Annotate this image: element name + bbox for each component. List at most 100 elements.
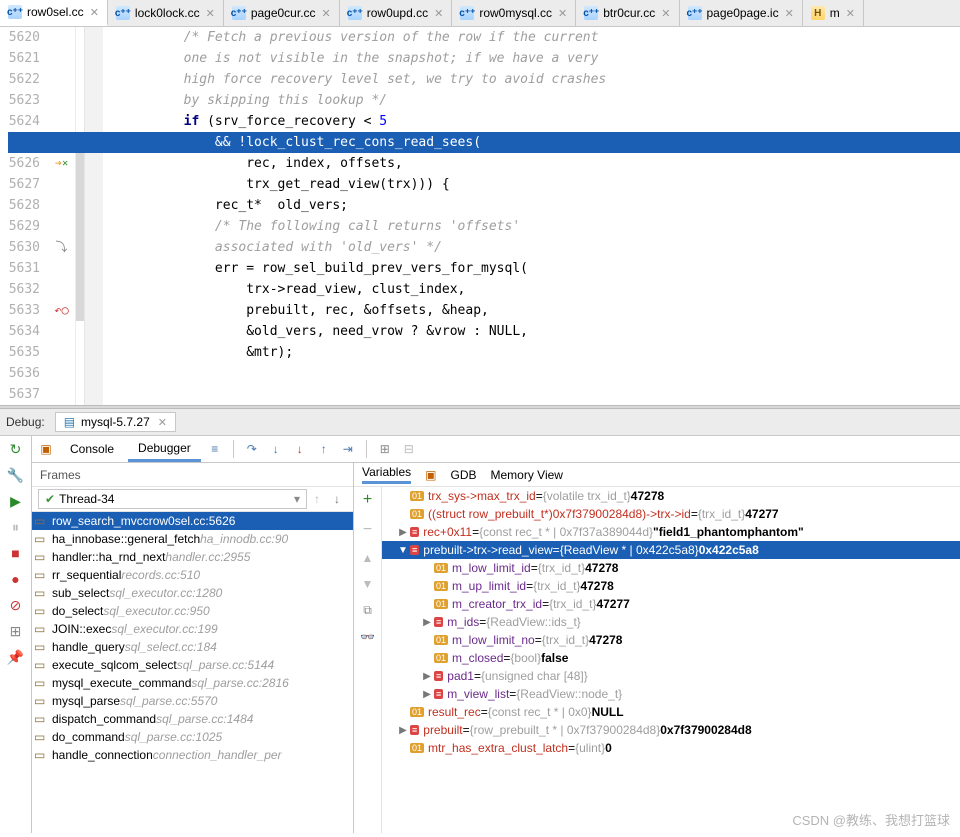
stack-frame[interactable]: ▭dispatch_command sql_parse.cc:1484 [32,710,353,728]
variable-node[interactable]: ▶≡m_ids = {ReadView::ids_t} [382,613,960,631]
variable-node[interactable]: ▼≡prebuilt->trx->read_view = {ReadView *… [382,541,960,559]
editor-tab[interactable]: c⁺⁺row0upd.cc✕ [340,0,453,26]
settings-button[interactable]: 🔧 [7,466,25,484]
stack-frame[interactable]: ▭JOIN::exec sql_executor.cc:199 [32,620,353,638]
thread-selector[interactable]: ✔ Thread-34 ▾ [38,489,307,509]
variable-node[interactable]: 01m_creator_trx_id = {trx_id_t} 47277 [382,595,960,613]
variable-node[interactable]: 01m_low_limit_id = {trx_id_t} 47278 [382,559,960,577]
variable-node[interactable]: 01mtr_has_extra_clust_latch = {ulint} 0 [382,739,960,757]
next-frame-button[interactable]: ↓ [327,492,347,506]
expand-icon[interactable]: ▶ [396,527,410,538]
frame-icon: ▭ [34,622,50,636]
stack-frame[interactable]: ▭do_select sql_executor.cc:950 [32,602,353,620]
variable-type: {volatile trx_id_t} [543,489,631,503]
expand-icon[interactable]: ▶ [420,689,434,700]
variable-name: prebuilt->trx->read_view [423,543,552,557]
editor-tab[interactable]: c⁺⁺page0cur.cc✕ [224,0,340,26]
close-icon[interactable]: ✕ [90,6,99,19]
console-icon[interactable]: ▣ [36,442,56,456]
type-badge: 01 [434,635,448,645]
variable-node[interactable]: 01result_rec = {const rec_t * | 0x0} NUL… [382,703,960,721]
run-to-cursor-button[interactable]: ⇥ [338,442,358,456]
tab-label: row0sel.cc [27,5,84,19]
variable-node[interactable]: ▶≡m_view_list = {ReadView::node_t} [382,685,960,703]
stack-frame[interactable]: ▭row_search_mvcc row0sel.cc:5626 [32,512,353,530]
stack-frame[interactable]: ▭ha_innobase::general_fetch ha_innodb.cc… [32,530,353,548]
debugger-tab[interactable]: Debugger [128,437,201,462]
stop-button[interactable]: ■ [7,544,25,562]
close-icon[interactable]: ✕ [661,7,670,20]
expand-icon[interactable]: ▼ [396,545,410,556]
editor-tab[interactable]: c⁺⁺row0sel.cc✕ [0,0,108,26]
stack-frame[interactable]: ▭handler::ha_rnd_next handler.cc:2955 [32,548,353,566]
editor-tab[interactable]: c⁺⁺btr0cur.cc✕ [576,0,679,26]
view-button[interactable]: 👓 [360,630,375,644]
rerun-button[interactable]: ↻ [7,440,25,458]
mute-breakpoints-button[interactable]: ⊘ [7,596,25,614]
code-area[interactable]: /* Fetch a previous version of the row i… [103,27,960,405]
stack-frame[interactable]: ▭sub_select sql_executor.cc:1280 [32,584,353,602]
expand-icon[interactable]: ▶ [396,725,410,736]
stack-frame[interactable]: ▭do_command sql_parse.cc:1025 [32,728,353,746]
close-icon[interactable]: ✕ [785,7,794,20]
stack-frame[interactable]: ▭rr_sequential records.cc:510 [32,566,353,584]
copy-button[interactable]: ⧉ [363,603,372,618]
variable-node[interactable]: 01((struct row_prebuilt_t*)0x7f37900284d… [382,505,960,523]
memory-view-tab[interactable]: Memory View [491,468,563,482]
variable-node[interactable]: ▶≡pad1 = {unsigned char [48]} [382,667,960,685]
step-into-button[interactable]: ↓ [290,442,310,456]
close-icon[interactable]: ✕ [846,7,855,20]
prev-frame-button[interactable]: ↑ [307,492,327,506]
remove-watch-button[interactable]: − [363,521,372,539]
threads-icon[interactable]: ≡ [205,442,225,456]
layout-button[interactable]: ⊞ [7,622,25,640]
variable-node[interactable]: ▶≡rec+0x11 = {const rec_t * | 0x7f37a389… [382,523,960,541]
evaluate-button[interactable]: ⊞ [375,442,395,456]
variable-node[interactable]: 01m_up_limit_id = {trx_id_t} 47278 [382,577,960,595]
variable-name: result_rec [428,705,481,719]
editor-tab[interactable]: c⁺⁺lock0lock.cc✕ [108,0,224,26]
editor-tab[interactable]: c⁺⁺row0mysql.cc✕ [452,0,576,26]
down-button[interactable]: ▼ [362,577,374,591]
close-icon[interactable]: ✕ [158,416,167,429]
editor-tab[interactable]: Hm✕ [803,0,864,26]
up-button[interactable]: ▲ [362,551,374,565]
stack-frame[interactable]: ▭execute_sqlcom_select sql_parse.cc:5144 [32,656,353,674]
variable-node[interactable]: 01m_low_limit_no = {trx_id_t} 47278 [382,631,960,649]
show-execution-point-button[interactable]: ↷ [242,442,262,456]
expand-icon[interactable]: ▶ [420,617,434,628]
close-icon[interactable]: ✕ [558,7,567,20]
variable-type: {const rec_t * | 0x0} [488,705,592,719]
expand-icon[interactable]: ▶ [420,671,434,682]
variable-name: mtr_has_extra_clust_latch [428,741,568,755]
variable-node[interactable]: 01m_closed = {bool} false [382,649,960,667]
new-watch-button[interactable]: + [363,491,372,509]
console-tab[interactable]: Console [60,438,124,460]
pin-button[interactable]: 📌 [7,648,25,666]
more-icon[interactable]: ⊟ [399,442,419,456]
frame-function: rr_sequential [52,568,121,582]
pause-button[interactable]: ⏸ [7,518,25,536]
view-breakpoints-button[interactable]: ● [7,570,25,588]
resume-button[interactable]: ▶ [7,492,25,510]
stack-frame[interactable]: ▭handle_query sql_select.cc:184 [32,638,353,656]
frame-function: row_search_mvcc [52,514,149,528]
debug-config-tab[interactable]: ▤ mysql-5.7.27 ✕ [55,412,176,432]
step-over-button[interactable]: ↓ [266,442,286,456]
frame-location: ha_innodb.cc:90 [200,532,288,546]
frame-function: dispatch_command [52,712,156,726]
variables-tab[interactable]: Variables [362,465,411,484]
close-icon[interactable]: ✕ [322,7,331,20]
step-out-button[interactable]: ↑ [314,442,334,456]
stack-frame[interactable]: ▭mysql_parse sql_parse.cc:5570 [32,692,353,710]
variable-name: m_up_limit_id [452,579,526,593]
editor-tab[interactable]: c⁺⁺page0page.ic✕ [680,0,803,26]
stack-frame[interactable]: ▭mysql_execute_command sql_parse.cc:2816 [32,674,353,692]
variable-node[interactable]: 01trx_sys->max_trx_id = {volatile trx_id… [382,487,960,505]
variable-node[interactable]: ▶≡prebuilt = {row_prebuilt_t * | 0x7f379… [382,721,960,739]
gdb-tab[interactable]: GDB [450,468,476,482]
close-icon[interactable]: ✕ [206,7,215,20]
close-icon[interactable]: ✕ [434,7,443,20]
cpp-file-icon: c⁺⁺ [232,6,246,20]
stack-frame[interactable]: ▭handle_connection connection_handler_pe… [32,746,353,764]
